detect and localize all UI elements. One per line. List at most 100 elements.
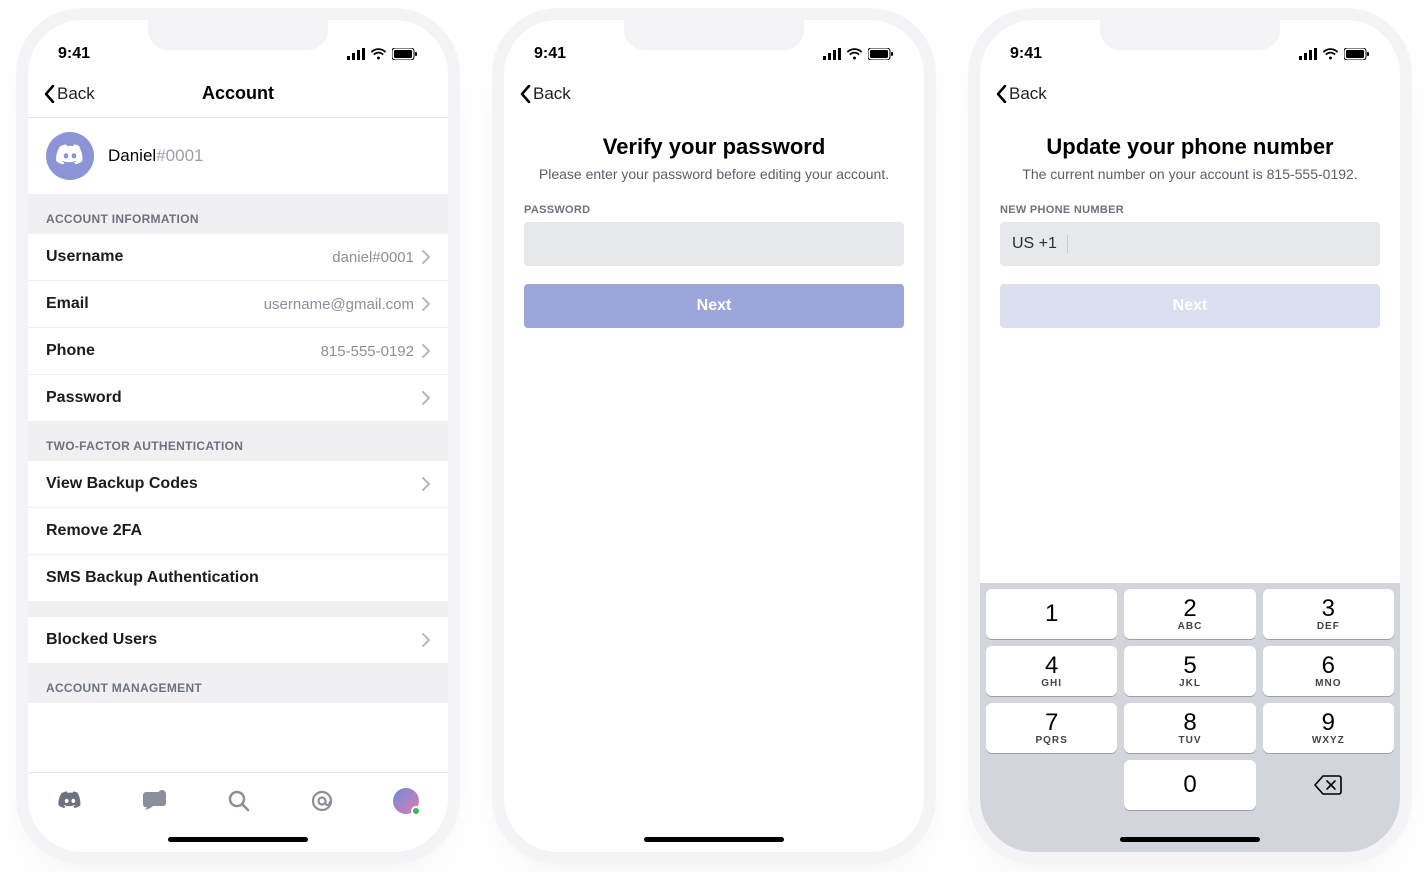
status-time: 9:41: [1010, 45, 1042, 63]
row-label: Blocked Users: [46, 631, 157, 649]
next-button[interactable]: Next: [1000, 284, 1380, 328]
key-digit: 9: [1322, 711, 1335, 735]
row-password[interactable]: Password: [28, 375, 448, 421]
numeric-keypad: 1 2ABC 3DEF 4GHI 5JKL 6MNO 7PQRS 8TUV 9W…: [980, 583, 1400, 816]
key-digit: 1: [1045, 602, 1058, 626]
country-code-prefix[interactable]: US +1: [1012, 235, 1068, 253]
section-account-info: ACCOUNT INFORMATION: [28, 194, 448, 234]
back-label: Back: [1009, 84, 1047, 104]
profile-display-name: Daniel: [108, 146, 156, 165]
spacer: [28, 601, 448, 617]
next-button-label: Next: [697, 297, 732, 315]
next-button[interactable]: Next: [524, 284, 904, 328]
tab-profile[interactable]: [393, 788, 419, 814]
key-4[interactable]: 4GHI: [986, 646, 1117, 696]
row-username[interactable]: Username daniel#0001: [28, 234, 448, 281]
row-sms-backup[interactable]: SMS Backup Authentication: [28, 555, 448, 601]
page-title: Update your phone number: [980, 118, 1400, 166]
row-label: Email: [46, 295, 89, 313]
row-value: username@gmail.com: [264, 296, 414, 313]
cellular-icon: [823, 48, 841, 60]
back-button[interactable]: Back: [996, 84, 1047, 104]
section-two-factor: TWO-FACTOR AUTHENTICATION: [28, 421, 448, 461]
avatar: [46, 132, 94, 180]
password-field-label: PASSWORD: [504, 204, 924, 222]
notch: [1100, 20, 1280, 50]
battery-icon: [1344, 48, 1370, 60]
list-blocked: Blocked Users: [28, 617, 448, 663]
status-right: [823, 48, 894, 60]
phone-account-screen: 9:41 Back Account Daniel#0001: [28, 20, 448, 852]
key-backspace[interactable]: [1263, 760, 1394, 810]
row-label: Remove 2FA: [46, 522, 142, 540]
key-5[interactable]: 5JKL: [1124, 646, 1255, 696]
section-account-mgmt: ACCOUNT MANAGEMENT: [28, 663, 448, 703]
wifi-icon: [370, 48, 387, 60]
key-0[interactable]: 0: [1124, 760, 1255, 810]
back-label: Back: [57, 84, 95, 104]
key-letters: TUV: [1178, 735, 1201, 746]
status-time: 9:41: [58, 45, 90, 63]
online-dot-icon: [411, 806, 421, 816]
search-icon: [227, 789, 251, 813]
key-7[interactable]: 7PQRS: [986, 703, 1117, 753]
discord-icon: [57, 791, 83, 811]
status-right: [1299, 48, 1370, 60]
row-phone[interactable]: Phone 815-555-0192: [28, 328, 448, 375]
chevron-right-icon: [422, 633, 430, 647]
key-2[interactable]: 2ABC: [1124, 589, 1255, 639]
page-subtitle: Please enter your password before editin…: [504, 166, 924, 204]
phone-input[interactable]: US +1: [1000, 222, 1380, 266]
back-button[interactable]: Back: [44, 84, 95, 104]
cellular-icon: [1299, 48, 1317, 60]
row-remove-2fa[interactable]: Remove 2FA: [28, 508, 448, 555]
tab-search[interactable]: [227, 789, 251, 813]
key-3[interactable]: 3DEF: [1263, 589, 1394, 639]
row-value: daniel#0001: [332, 249, 414, 266]
key-9[interactable]: 9WXYZ: [1263, 703, 1394, 753]
page-title: Verify your password: [504, 118, 924, 166]
key-6[interactable]: 6MNO: [1263, 646, 1394, 696]
tab-mentions[interactable]: [310, 789, 334, 813]
list-account-info: Username daniel#0001 Email username@gmai…: [28, 234, 448, 421]
chevron-right-icon: [422, 344, 430, 358]
home-indicator: [168, 837, 308, 842]
back-button[interactable]: Back: [520, 84, 571, 104]
key-digit: 2: [1183, 597, 1196, 621]
profile-row[interactable]: Daniel#0001: [28, 118, 448, 194]
profile-name: Daniel#0001: [108, 146, 203, 166]
home-indicator: [644, 837, 784, 842]
list-two-factor: View Backup Codes Remove 2FA SMS Backup …: [28, 461, 448, 601]
row-backup-codes[interactable]: View Backup Codes: [28, 461, 448, 508]
key-1[interactable]: 1: [986, 589, 1117, 639]
wifi-icon: [1322, 48, 1339, 60]
row-blocked-users[interactable]: Blocked Users: [28, 617, 448, 663]
password-input[interactable]: [524, 222, 904, 266]
key-letters: MNO: [1315, 678, 1341, 689]
notch: [148, 20, 328, 50]
key-8[interactable]: 8TUV: [1124, 703, 1255, 753]
row-email[interactable]: Email username@gmail.com: [28, 281, 448, 328]
chevron-right-icon: [422, 250, 430, 264]
phone-field-label: NEW PHONE NUMBER: [980, 204, 1400, 222]
row-label: Password: [46, 389, 122, 407]
nav-bar: Back: [504, 70, 924, 118]
chevron-left-icon: [44, 85, 55, 103]
at-icon: [310, 789, 334, 813]
friends-icon: [142, 790, 168, 812]
key-digit: 5: [1183, 654, 1196, 678]
chevron-right-icon: [422, 391, 430, 405]
keypad-footer: [980, 816, 1400, 852]
tab-friends[interactable]: [142, 790, 168, 812]
phone-update-phone-screen: 9:41 Back Update your phone number The c…: [980, 20, 1400, 852]
key-digit: 0: [1183, 773, 1196, 797]
status-right: [347, 48, 418, 60]
row-value: 815-555-0192: [321, 343, 414, 360]
row-label: SMS Backup Authentication: [46, 569, 259, 587]
tab-home[interactable]: [57, 791, 83, 811]
battery-icon: [392, 48, 418, 60]
row-label: Phone: [46, 342, 95, 360]
chevron-left-icon: [520, 85, 531, 103]
next-button-label: Next: [1173, 297, 1208, 315]
status-time: 9:41: [534, 45, 566, 63]
